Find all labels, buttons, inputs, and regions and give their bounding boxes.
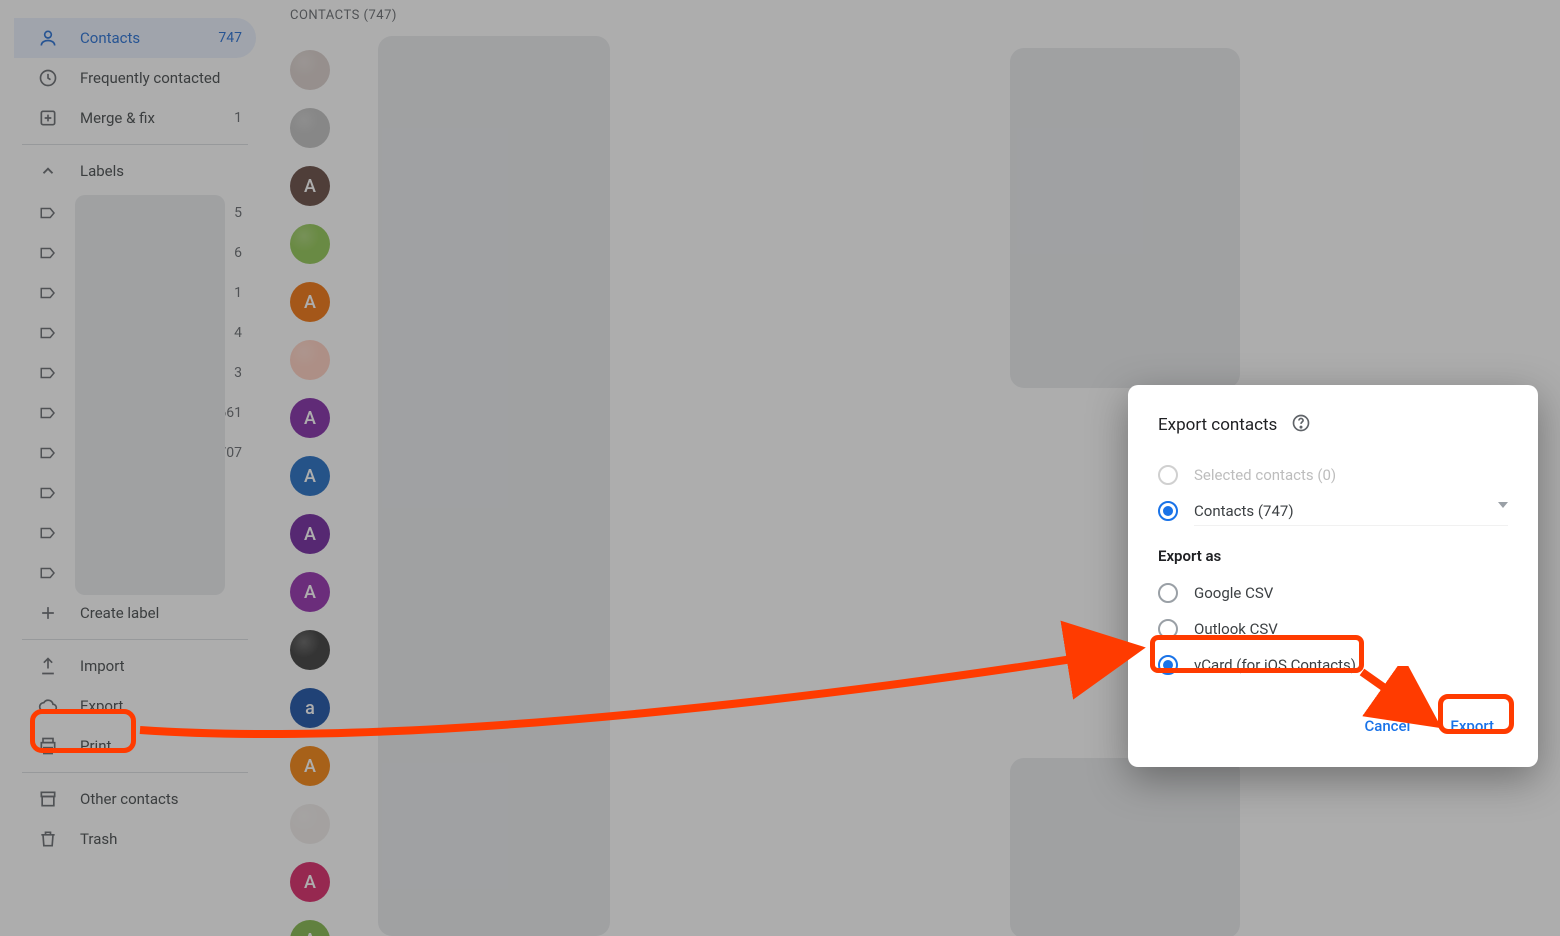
option-vcard[interactable]: vCard (for iOS Contacts) bbox=[1158, 647, 1508, 683]
chevron-down-icon bbox=[1498, 502, 1508, 508]
option-label: vCard (for iOS Contacts) bbox=[1194, 656, 1356, 674]
option-label: Google CSV bbox=[1194, 584, 1273, 602]
contacts-scope-dropdown[interactable]: Contacts (747) bbox=[1194, 496, 1508, 526]
option-outlook-csv[interactable]: Outlook CSV bbox=[1158, 611, 1508, 647]
radio-icon bbox=[1158, 583, 1178, 603]
cancel-button[interactable]: Cancel bbox=[1350, 709, 1424, 743]
option-label: Selected contacts (0) bbox=[1194, 466, 1336, 484]
option-all-contacts[interactable]: Contacts (747) bbox=[1158, 493, 1508, 529]
dialog-title: Export contacts bbox=[1158, 415, 1277, 435]
export-button[interactable]: Export bbox=[1436, 709, 1508, 743]
radio-icon bbox=[1158, 501, 1178, 521]
radio-icon bbox=[1158, 619, 1178, 639]
export-as-heading: Export as bbox=[1158, 547, 1508, 565]
option-google-csv[interactable]: Google CSV bbox=[1158, 575, 1508, 611]
radio-icon bbox=[1158, 655, 1178, 675]
option-label: Contacts (747) bbox=[1194, 502, 1294, 520]
option-selected-contacts: Selected contacts (0) bbox=[1158, 457, 1508, 493]
export-contacts-dialog: Export contacts Selected contacts (0) Co… bbox=[1128, 385, 1538, 767]
radio-icon bbox=[1158, 465, 1178, 485]
help-icon[interactable] bbox=[1291, 413, 1311, 437]
app-root: Contacts 747 Frequently contacted Merge … bbox=[0, 0, 1560, 936]
option-label: Outlook CSV bbox=[1194, 620, 1278, 638]
